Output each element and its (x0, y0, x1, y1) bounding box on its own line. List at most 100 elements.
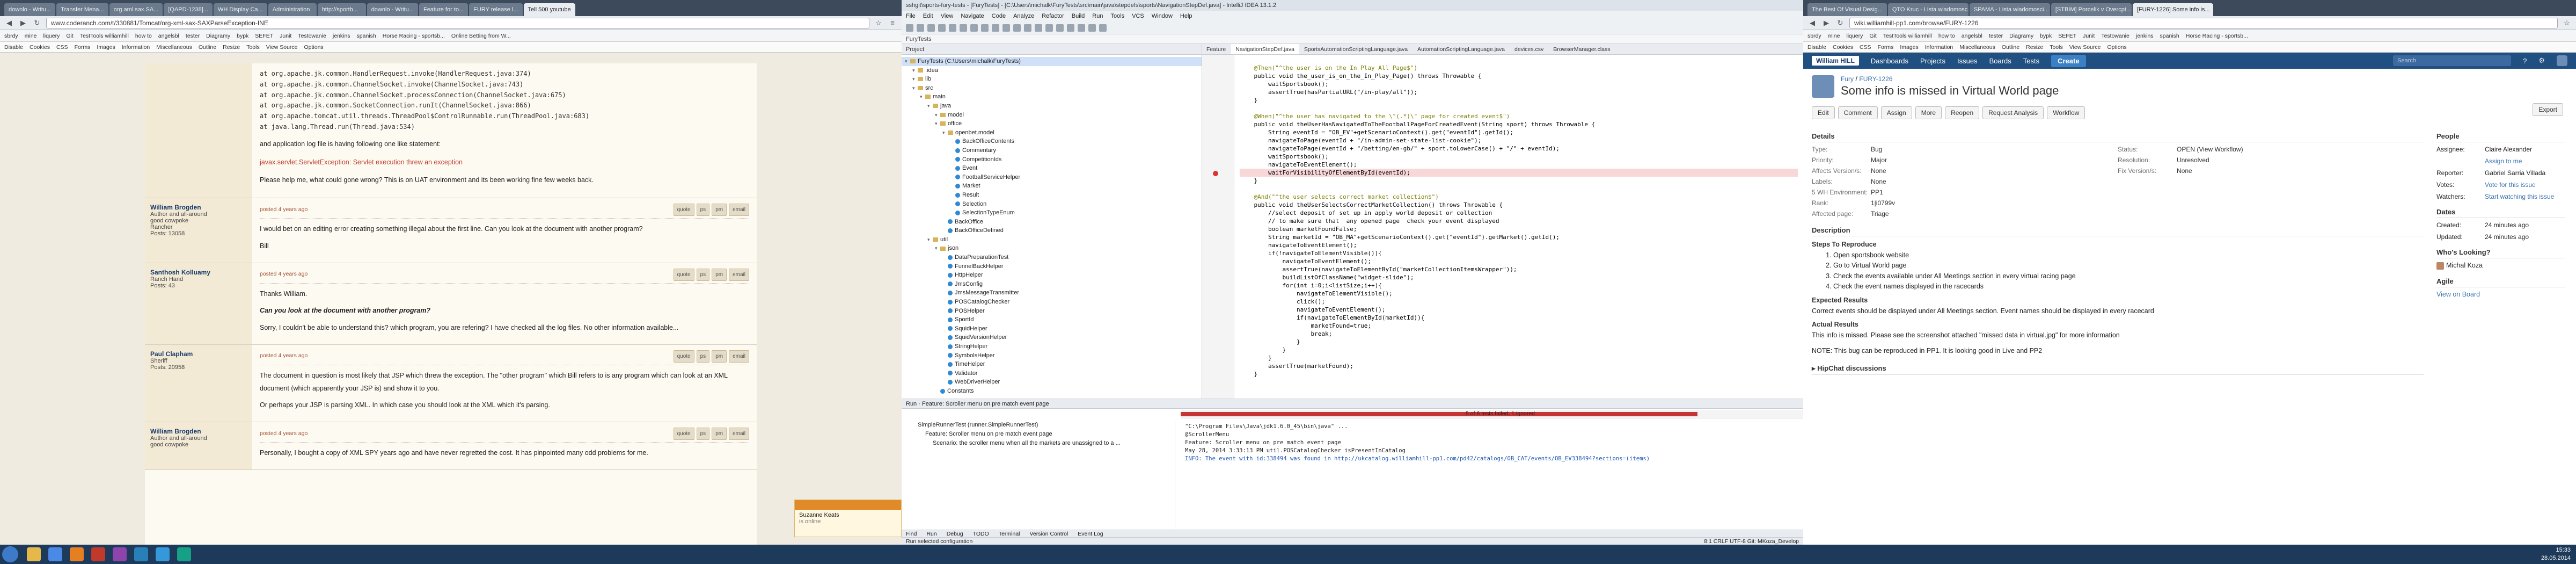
browser-tab[interactable]: FURY release l... (469, 3, 523, 16)
build-icon[interactable] (1024, 24, 1031, 32)
post-action-button[interactable]: pm (712, 268, 727, 281)
bookmark-item[interactable]: SEFET (2058, 33, 2076, 39)
editor-tab[interactable]: AutomationScriptingLanguage.java (1413, 44, 1509, 54)
expand-arrow-icon[interactable]: ▾ (920, 92, 925, 102)
forward-icon[interactable]: ▶ (1821, 18, 1831, 28)
tree-node[interactable]: Event (902, 164, 1202, 173)
expand-arrow-icon[interactable]: ▾ (912, 75, 918, 84)
bookmark-item[interactable]: Junit (2083, 33, 2095, 39)
forward-icon[interactable]: ▶ (18, 18, 28, 28)
star-icon[interactable]: ☆ (2562, 18, 2572, 28)
bookmark-item[interactable]: spanish (2160, 33, 2179, 39)
nav-menu-boards[interactable]: Boards (1989, 57, 2011, 65)
comment-button[interactable]: Comment (1838, 106, 1878, 119)
editor-tab[interactable]: Feature (1202, 44, 1230, 54)
tree-node[interactable]: HttpHelper (902, 271, 1202, 280)
toolbar-menu-item[interactable]: Disable (4, 44, 23, 50)
paste-icon[interactable] (970, 24, 978, 32)
browser-tab[interactable]: QTO Kruc - Lista wiadomosc... (1887, 3, 1968, 16)
people-value[interactable]: Assign to me (2485, 157, 2565, 165)
skype-icon[interactable] (156, 547, 170, 561)
tree-node[interactable]: POSHelper (902, 307, 1202, 316)
author-name[interactable]: Santhosh Kolluamy (150, 269, 247, 276)
post-action-button[interactable]: pm (712, 204, 727, 216)
media-player-icon[interactable] (48, 547, 62, 561)
browser-tab[interactable]: [QAPD-1238]... (164, 3, 213, 16)
toolbar-menu-item[interactable]: View Source (266, 44, 298, 50)
url-input[interactable]: www.coderanch.com/t/330881/Tomcat/org-xm… (46, 17, 869, 28)
bookmark-item[interactable]: how to (135, 33, 152, 39)
url-input[interactable]: wiki.williamhill-pp1.com/browse/FURY-122… (1849, 17, 2558, 28)
post-action-button[interactable]: quote (673, 350, 694, 363)
browser-tab[interactable]: SPAMA - Lista wiadomosci... (1969, 3, 2050, 16)
toolbar-menu-item[interactable]: Forms (75, 44, 91, 50)
tree-node[interactable]: ▾ FuryTests (C:\Users\michalk\FuryTests) (902, 57, 1202, 66)
expand-arrow-icon[interactable]: ▾ (927, 235, 933, 244)
post-action-button[interactable]: ps (696, 268, 710, 281)
copy-icon[interactable] (960, 24, 967, 32)
bookmark-item[interactable]: bypk (237, 33, 248, 39)
post-action-button[interactable]: ps (696, 350, 710, 363)
bookmark-item[interactable]: jenkins (2136, 33, 2154, 39)
tree-node[interactable]: ▾ office (902, 119, 1202, 128)
post-action-button[interactable]: email (729, 204, 749, 216)
ide-menu-item[interactable]: Window (1152, 11, 1173, 21)
ide-menu-item[interactable]: View (941, 11, 954, 21)
toolbar-menu-item[interactable]: CSS (56, 44, 68, 50)
browser-tab[interactable]: Tell 500 youtube (523, 3, 575, 16)
tree-node[interactable]: ▾ src (902, 84, 1202, 93)
tree-node[interactable]: DataPreparationTest (902, 253, 1202, 262)
replace-icon[interactable] (992, 24, 999, 32)
run-icon[interactable] (1035, 24, 1042, 32)
tree-node[interactable]: BackOffice (902, 218, 1202, 227)
redo-icon[interactable] (938, 24, 946, 32)
bookmark-item[interactable]: angelsbl (158, 33, 179, 39)
tree-node[interactable]: FootballServiceHelper (902, 173, 1202, 182)
post-action-button[interactable]: quote (673, 428, 694, 440)
post-action-button[interactable]: email (729, 268, 749, 281)
browser-tab[interactable]: WH Display Ca... (213, 3, 267, 16)
explorer-icon[interactable] (27, 547, 41, 561)
tool-window-tab[interactable]: Terminal (999, 530, 1020, 537)
forward-icon[interactable] (1013, 24, 1021, 32)
workflow-button[interactable]: Workflow (2047, 106, 2085, 119)
tree-node[interactable]: JmsConfig (902, 280, 1202, 289)
expand-arrow-icon[interactable]: ▾ (942, 128, 948, 138)
bookmark-item[interactable]: tester (186, 33, 200, 39)
more-button[interactable]: More (1915, 106, 1942, 119)
bookmark-item[interactable]: SEFET (255, 33, 273, 39)
tool-window-tab[interactable]: Run (926, 530, 936, 537)
tool-window-tab[interactable]: TODO (973, 530, 989, 537)
bookmark-item[interactable]: liquery (1846, 33, 1863, 39)
undo-icon[interactable] (927, 24, 935, 32)
bookmark-item[interactable]: spanish (357, 33, 376, 39)
toolbar-menu-item[interactable]: Tools (2050, 44, 2063, 50)
expand-arrow-icon[interactable]: ▾ (935, 244, 940, 253)
test-tree-node[interactable]: Feature: Scroller menu on pre match even… (918, 430, 1175, 439)
browser-tab[interactable]: Feature for to... (419, 3, 469, 16)
reopen-button[interactable]: Reopen (1945, 106, 1980, 119)
ide-menu-item[interactable]: Build (1072, 11, 1085, 21)
ide-menu-item[interactable]: Help (1180, 11, 1192, 21)
save-icon[interactable] (906, 24, 913, 32)
toolbar-menu-item[interactable]: Images (1900, 44, 1918, 50)
author-name[interactable]: Paul Clapham (150, 350, 247, 358)
toolbar-menu-item[interactable]: Disable (1807, 44, 1826, 50)
browser-tab[interactable]: Administration (268, 3, 317, 16)
people-value[interactable]: Start watching this issue (2485, 193, 2565, 200)
stop-icon[interactable] (1056, 24, 1064, 32)
vcs-commit-icon[interactable] (1078, 24, 1085, 32)
expand-arrow-icon[interactable]: ▾ (935, 111, 940, 120)
find-icon[interactable] (981, 24, 989, 32)
ide-menu-item[interactable]: Code (992, 11, 1006, 21)
tree-node[interactable]: Market (902, 182, 1202, 191)
toolbar-menu-item[interactable]: Options (304, 44, 324, 50)
notepad-icon[interactable] (177, 547, 191, 561)
tree-node[interactable]: ▾ java (902, 102, 1202, 111)
sync-icon[interactable] (917, 24, 924, 32)
firefox-icon[interactable] (70, 547, 84, 561)
tree-node[interactable]: Commentary (902, 146, 1202, 155)
bookmark-item[interactable]: mine (1828, 33, 1840, 39)
reload-icon[interactable]: ↻ (32, 18, 42, 28)
bookmark-item[interactable]: bypk (2040, 33, 2052, 39)
